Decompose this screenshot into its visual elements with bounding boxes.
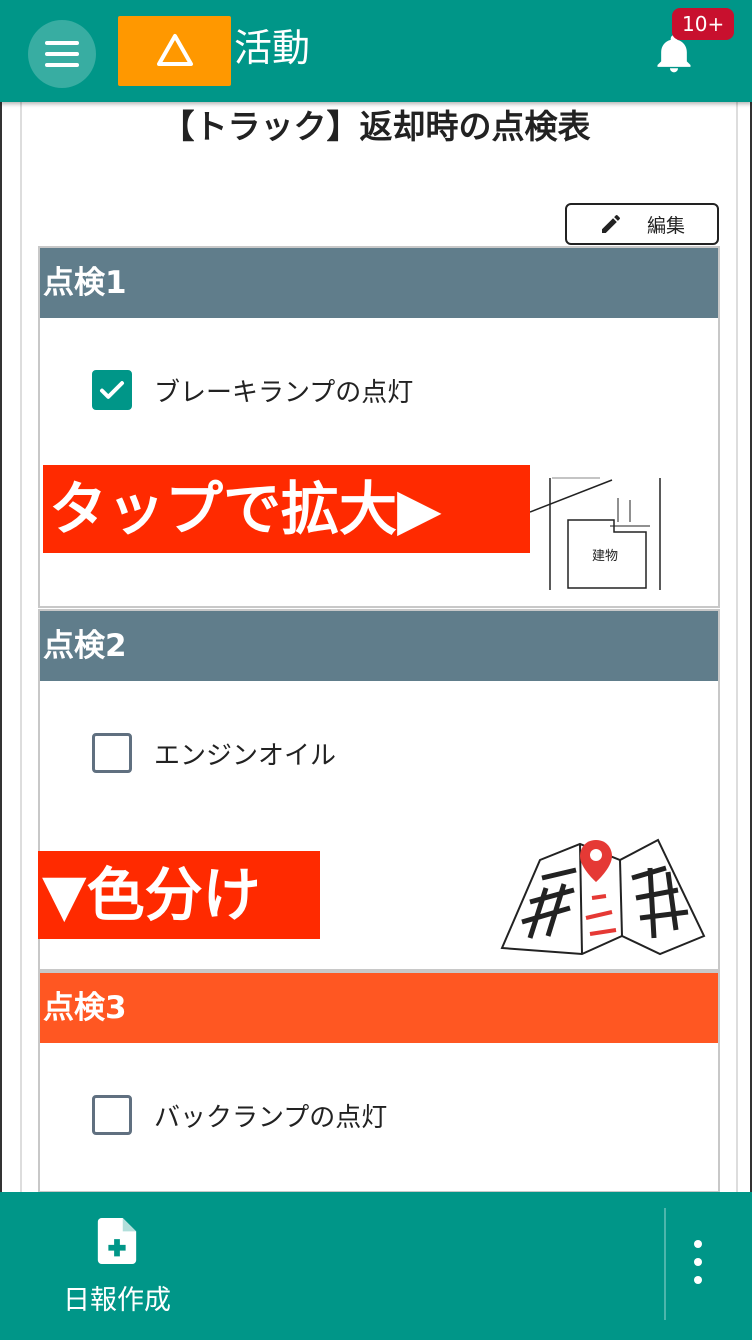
pencil-icon xyxy=(602,214,621,233)
checklist-item-label: バックランプの点灯 xyxy=(154,1102,388,1133)
color-coding-banner: ▼色分け xyxy=(38,851,320,939)
app-title: 活動 xyxy=(234,26,311,70)
checkbox[interactable] xyxy=(92,1095,132,1135)
checkbox[interactable] xyxy=(92,370,132,410)
inspection-section-3: 点検3 バックランプの点灯 xyxy=(38,971,720,1193)
checklist-item-label: ブレーキランプの点灯 xyxy=(154,377,414,408)
checklist-item[interactable]: バックランプの点灯 xyxy=(92,1095,387,1135)
menu-icon xyxy=(45,41,79,45)
checkmark-icon xyxy=(100,381,124,399)
section-header: 点検3 xyxy=(40,973,718,1043)
map-pin-icon[interactable] xyxy=(500,838,706,956)
section-header: 点検1 xyxy=(40,248,718,318)
app-header: 活動 10+ xyxy=(0,0,752,102)
section-header: 点検2 xyxy=(40,611,718,681)
bottom-bar: 日報作成 xyxy=(0,1192,752,1340)
more-options-icon[interactable] xyxy=(686,1240,710,1284)
checklist-item[interactable]: エンジンオイル xyxy=(92,733,336,773)
floorplan-label: 建物 xyxy=(592,549,618,564)
tap-zoom-banner: タップで拡大▶ xyxy=(43,465,530,553)
floorplan-image[interactable]: 建物 xyxy=(530,470,670,594)
app-logo[interactable] xyxy=(118,16,231,86)
edit-button[interactable]: 編集 xyxy=(565,203,719,245)
checklist-item-label: エンジンオイル xyxy=(154,740,337,771)
add-document-icon xyxy=(97,1218,137,1264)
create-report-button[interactable]: 日報作成 xyxy=(40,1218,194,1317)
warning-triangle-icon xyxy=(156,34,193,66)
notification-badge: 10+ xyxy=(672,8,735,40)
page-title: 【トラック】返却時の点検表 xyxy=(161,107,591,146)
bottom-divider xyxy=(664,1208,666,1320)
edit-button-label: 編集 xyxy=(647,214,686,237)
checkbox[interactable] xyxy=(92,733,132,773)
menu-button[interactable] xyxy=(28,20,96,88)
checklist-item[interactable]: ブレーキランプの点灯 xyxy=(92,370,413,410)
create-report-label: 日報作成 xyxy=(63,1285,171,1316)
